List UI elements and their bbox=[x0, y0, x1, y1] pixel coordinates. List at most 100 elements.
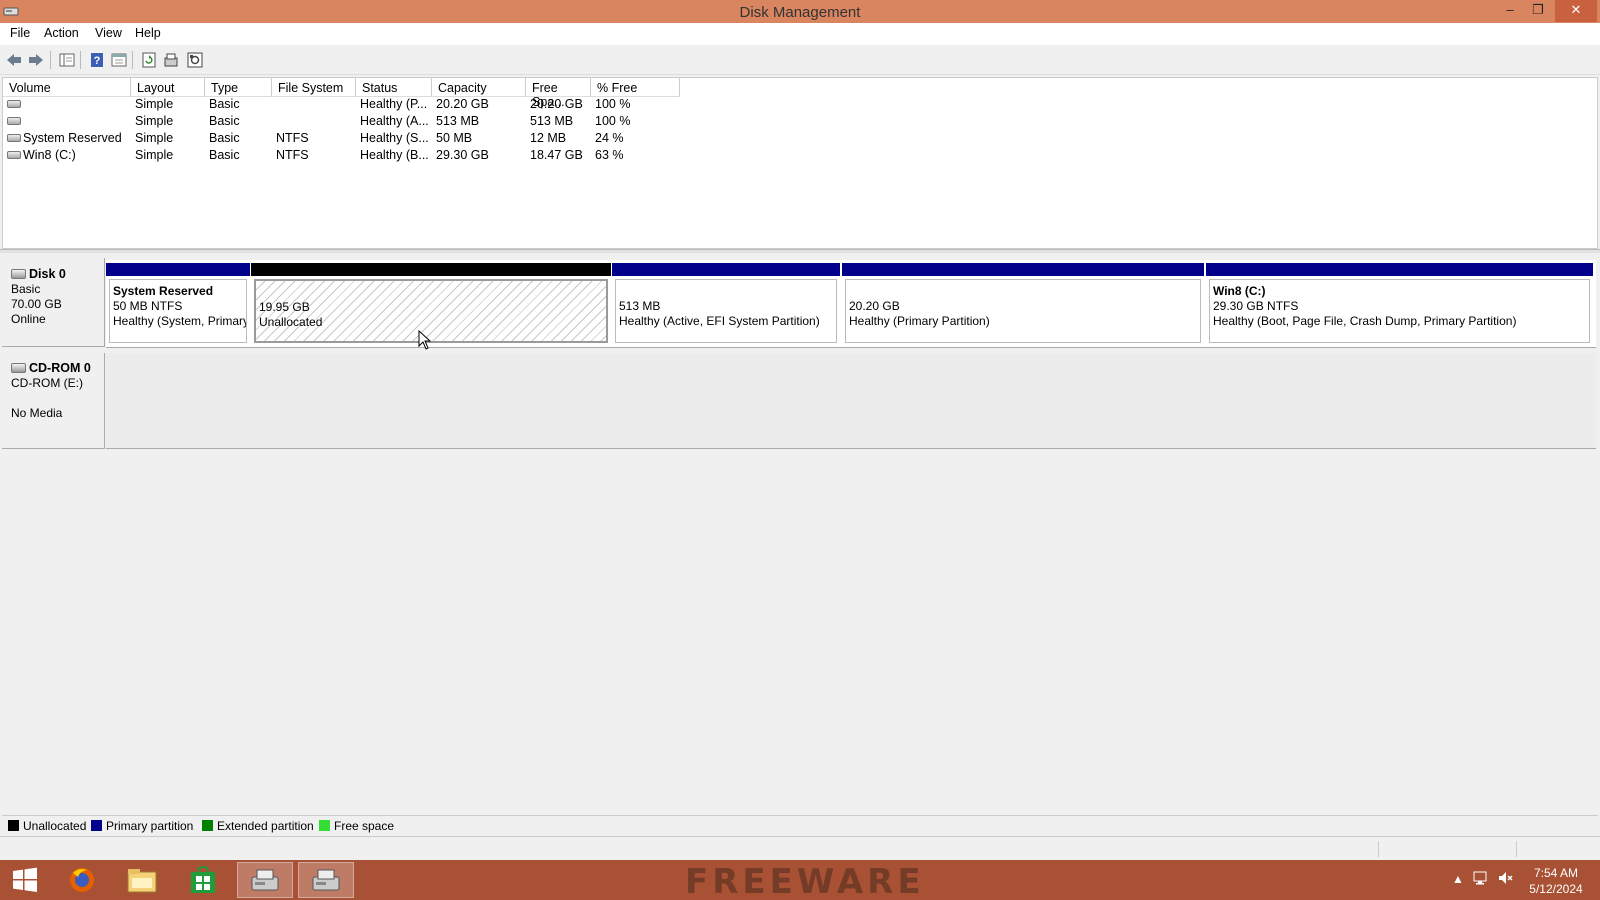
table-row[interactable]: System Reserved Simple Basic NTFS Health… bbox=[3, 130, 703, 147]
firefox-button[interactable] bbox=[54, 862, 110, 898]
table-row[interactable]: Simple Basic Healthy (P... 20.20 GB 20.2… bbox=[3, 96, 703, 113]
disk-0-partitions: System Reserved 50 MB NTFS Healthy (Syst… bbox=[106, 260, 1596, 348]
cell-capacity: 50 MB bbox=[436, 131, 473, 145]
refresh-icon[interactable] bbox=[139, 50, 159, 70]
restore-button[interactable]: ❐ bbox=[1524, 0, 1552, 22]
volume-icon bbox=[7, 100, 21, 108]
disk-0-name: Disk 0 bbox=[11, 267, 104, 282]
table-row[interactable]: Simple Basic Healthy (A... 513 MB 513 MB… bbox=[3, 113, 703, 130]
status-divider bbox=[1516, 841, 1517, 857]
cell-volume: System Reserved bbox=[23, 131, 122, 145]
system-clock[interactable]: 7:54 AM 5/12/2024 bbox=[1520, 865, 1592, 897]
cell-file-system: NTFS bbox=[276, 148, 309, 162]
partition-name bbox=[619, 284, 836, 299]
store-button[interactable] bbox=[175, 862, 231, 898]
firefox-icon bbox=[70, 868, 94, 892]
partition-size: 19.95 GB bbox=[259, 300, 310, 314]
cell-volume: Win8 (C:) bbox=[23, 148, 76, 162]
properties-icon[interactable] bbox=[109, 50, 129, 70]
disk-management-taskbar-button-2[interactable] bbox=[298, 862, 354, 898]
cell-status: Healthy (S... bbox=[360, 131, 429, 145]
clock-date: 5/12/2024 bbox=[1529, 882, 1583, 896]
cell-percent-free: 24 % bbox=[595, 131, 624, 145]
disk-0-size: 70.00 GB bbox=[11, 297, 62, 311]
store-icon bbox=[191, 866, 215, 893]
column-header-type[interactable]: Type bbox=[205, 78, 272, 97]
network-icon[interactable] bbox=[1472, 870, 1488, 889]
partition-primary-20gb[interactable]: 20.20 GB Healthy (Primary Partition) bbox=[842, 260, 1204, 346]
column-header-volume[interactable]: Volume bbox=[3, 78, 131, 97]
cell-percent-free: 100 % bbox=[595, 97, 631, 111]
disk-management-icon bbox=[251, 869, 279, 891]
column-header-status[interactable]: Status bbox=[356, 78, 432, 97]
primary-partition-bar bbox=[106, 263, 250, 276]
svg-text:?: ? bbox=[94, 55, 101, 67]
partition-status: Healthy (Active, EFI System Partition) bbox=[619, 314, 820, 328]
cell-type: Basic bbox=[209, 131, 240, 145]
disk-0-state: Online bbox=[11, 312, 46, 326]
cell-status: Healthy (B... bbox=[360, 148, 429, 162]
status-divider bbox=[1378, 841, 1379, 857]
show-hidden-icons-icon[interactable]: ▲ bbox=[1452, 872, 1464, 886]
show-hide-console-tree-icon[interactable] bbox=[57, 50, 77, 70]
start-button[interactable] bbox=[0, 862, 50, 898]
partition-status: Healthy (Boot, Page File, Crash Dump, Pr… bbox=[1213, 314, 1517, 328]
partition-system-reserved[interactable]: System Reserved 50 MB NTFS Healthy (Syst… bbox=[106, 260, 250, 346]
menu-view[interactable]: View bbox=[95, 26, 122, 40]
cell-free-space: 12 MB bbox=[530, 131, 567, 145]
menu-file[interactable]: File bbox=[10, 26, 30, 40]
legend-extended-partition: Extended partition bbox=[202, 819, 314, 833]
file-explorer-icon bbox=[127, 869, 157, 893]
column-header-free-space[interactable]: Free Spa... bbox=[526, 78, 591, 109]
primary-partition-bar bbox=[842, 263, 1204, 276]
back-icon[interactable] bbox=[4, 50, 24, 70]
partition-status: Healthy (Primary Partition) bbox=[849, 314, 990, 328]
legend-free-space: Free space bbox=[319, 819, 394, 833]
partition-win8-c[interactable]: Win8 (C:) 29.30 GB NTFS Healthy (Boot, P… bbox=[1206, 260, 1593, 346]
partition-size: 513 MB bbox=[619, 299, 661, 313]
cdrom-0-label[interactable]: CD-ROM 0 CD-ROM (E:) No Media bbox=[2, 353, 105, 449]
cell-file-system: NTFS bbox=[276, 131, 309, 145]
minimize-button[interactable]: – bbox=[1496, 0, 1524, 22]
toolbar: ? bbox=[0, 45, 1600, 75]
column-header-capacity[interactable]: Capacity bbox=[432, 78, 526, 97]
file-explorer-button[interactable] bbox=[114, 862, 170, 898]
partition-size: 29.30 GB NTFS bbox=[1213, 299, 1299, 313]
menu-help[interactable]: Help bbox=[135, 26, 161, 40]
forward-icon[interactable] bbox=[26, 50, 46, 70]
watermark-text: FREEWARE bbox=[685, 862, 925, 900]
cell-capacity: 20.20 GB bbox=[436, 97, 489, 111]
column-header-file-system[interactable]: File System bbox=[272, 78, 356, 97]
settings-icon[interactable] bbox=[185, 50, 205, 70]
cell-layout: Simple bbox=[135, 148, 174, 162]
rescan-disks-icon[interactable] bbox=[161, 50, 181, 70]
volume-muted-icon[interactable] bbox=[1497, 870, 1513, 889]
title-bar: Disk Management – ❐ ✕ bbox=[0, 0, 1600, 23]
hard-disk-icon bbox=[11, 269, 26, 279]
column-header-layout[interactable]: Layout bbox=[131, 78, 205, 97]
partition-efi-system[interactable]: 513 MB Healthy (Active, EFI System Parti… bbox=[612, 260, 840, 346]
legend: Unallocated Primary partition Extended p… bbox=[2, 815, 1598, 835]
disk-0-type: Basic bbox=[11, 282, 41, 296]
column-header-percent-free[interactable]: % Free bbox=[591, 78, 680, 97]
clock-time: 7:54 AM bbox=[1533, 866, 1579, 880]
mouse-cursor-icon bbox=[418, 330, 432, 350]
cdrom-0-media: No Media bbox=[11, 406, 63, 420]
table-row[interactable]: Win8 (C:) Simple Basic NTFS Healthy (B..… bbox=[3, 147, 703, 164]
partition-body: System Reserved 50 MB NTFS Healthy (Syst… bbox=[109, 279, 247, 343]
help-icon[interactable]: ? bbox=[87, 50, 107, 70]
cell-percent-free: 100 % bbox=[595, 114, 631, 128]
partition-size: 20.20 GB bbox=[849, 299, 900, 313]
partition-body: 20.20 GB Healthy (Primary Partition) bbox=[845, 279, 1201, 343]
volume-icon bbox=[7, 117, 21, 125]
window-title: Disk Management bbox=[739, 4, 861, 21]
volume-list: Volume Layout Type File System Status Ca… bbox=[2, 77, 1598, 249]
close-button[interactable]: ✕ bbox=[1555, 0, 1597, 22]
disk-management-taskbar-button[interactable] bbox=[237, 862, 293, 898]
partition-status: Healthy (System, Primary Partition) bbox=[113, 314, 247, 328]
menu-action[interactable]: Action bbox=[44, 26, 79, 40]
partition-name: System Reserved bbox=[113, 284, 214, 298]
unallocated-bar bbox=[251, 263, 611, 276]
cell-free-space: 18.47 GB bbox=[530, 148, 583, 162]
disk-0-label[interactable]: Disk 0 Basic 70.00 GB Online bbox=[2, 258, 105, 347]
